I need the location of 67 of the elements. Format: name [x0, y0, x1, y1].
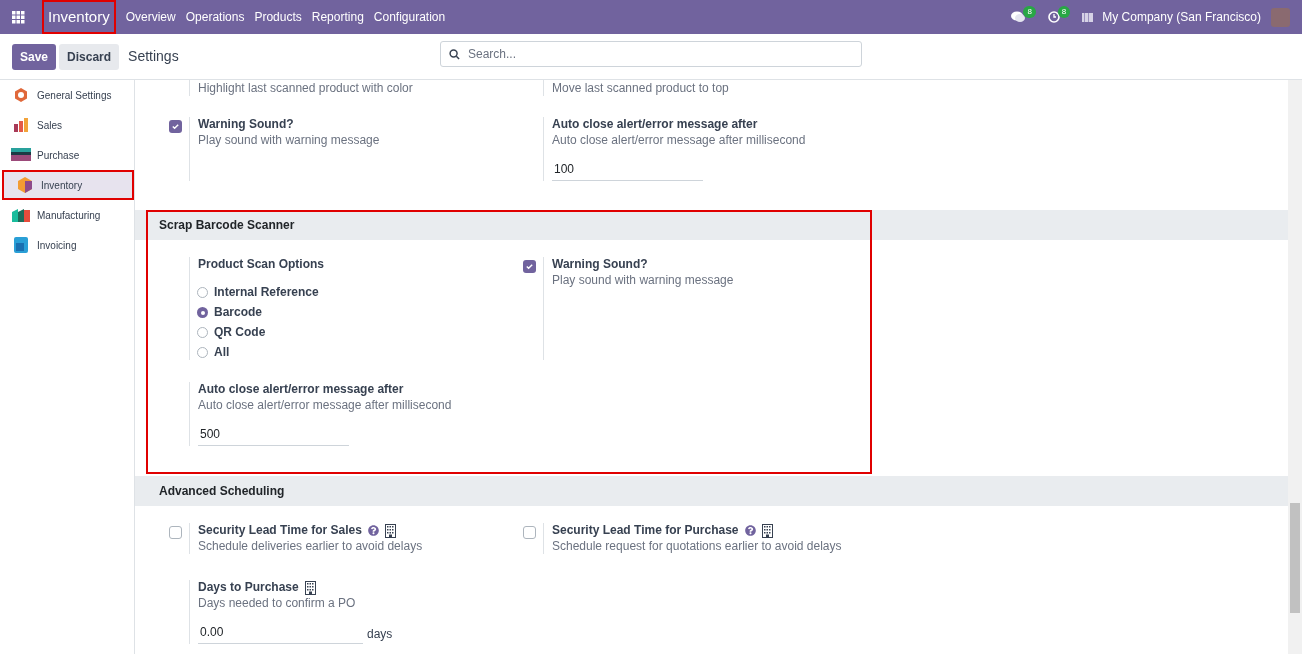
setting-title: Warning Sound? [552, 257, 648, 272]
checkmark-icon [170, 122, 180, 131]
search-input[interactable]: Search... [468, 45, 853, 63]
menu-item[interactable]: Reporting [311, 8, 364, 26]
setting-description: Move last scanned product to top [552, 81, 729, 96]
app-icon [11, 148, 31, 162]
company-switch-icon[interactable] [1082, 12, 1094, 22]
checkbox[interactable] [522, 526, 536, 539]
sidebar-item[interactable]: Invoicing [0, 230, 134, 260]
number-field[interactable]: 500 [198, 427, 349, 446]
radio-button[interactable] [197, 287, 208, 298]
radio-label: Barcode [214, 305, 263, 320]
setting-title: Product Scan Options [198, 257, 324, 272]
radio-label: QR Code [214, 325, 266, 340]
save-button[interactable]: Save [12, 43, 57, 70]
sidebar-item[interactable]: Manufacturing [0, 200, 134, 230]
menu-item[interactable]: Configuration [373, 8, 446, 26]
app-name-link[interactable]: Inventory [42, 0, 116, 34]
radio-button[interactable] [197, 307, 208, 318]
search-field[interactable]: Search... [440, 41, 862, 67]
radio-button[interactable] [197, 327, 208, 338]
checkbox[interactable] [168, 526, 182, 539]
setting-title: Auto close alert/error message after [552, 117, 758, 132]
checkbox[interactable] [168, 120, 182, 133]
setting-description: Days needed to confirm a PO [198, 596, 357, 611]
checkbox[interactable] [522, 260, 536, 273]
sidebar-item[interactable]: General Settings [0, 80, 134, 110]
menu-item[interactable]: Overview [125, 8, 176, 26]
setting-description: Schedule deliveries earlier to avoid delays [198, 539, 423, 554]
setting-title: Security Lead Time for Purchase [552, 523, 739, 538]
discard-button[interactable]: Discard [59, 43, 120, 70]
clock-icon[interactable] [1047, 11, 1060, 23]
radio-label: All [214, 345, 230, 360]
radio-button[interactable] [197, 347, 208, 358]
menu-item[interactable]: Operations [185, 8, 245, 26]
setting-description: Play sound with warning message [552, 273, 734, 288]
menu-item[interactable]: Products [254, 8, 302, 26]
message-count-badge: 8 [1023, 6, 1036, 18]
setting-description: Schedule request for quotations earlier to avoid delays [552, 539, 842, 554]
setting-title: Days to Purchase [198, 580, 299, 595]
sidebar-item[interactable]: Inventory [2, 170, 134, 200]
radio-label: Internal Reference [214, 285, 319, 300]
setting-title: Auto close alert/error message after [198, 382, 404, 397]
unit-label: days [367, 627, 393, 643]
app-icon [11, 208, 31, 222]
number-field[interactable]: 0.00 [198, 625, 363, 644]
section-header: Scrap Barcode Scanner [135, 210, 1288, 240]
setting-title: Security Lead Time for Sales [198, 523, 362, 538]
search-icon [449, 48, 460, 60]
sidebar-item[interactable]: Purchase [0, 140, 134, 170]
sidebar-item[interactable]: Sales [0, 110, 134, 140]
setting-description: Auto close alert/error message after millisecond [198, 398, 452, 413]
app-icon [11, 117, 31, 133]
setting-description: Play sound with warning message [198, 133, 380, 148]
chat-icon[interactable] [1011, 11, 1026, 23]
checkmark-icon [524, 262, 534, 271]
app-icon [15, 177, 35, 193]
app-icon [11, 237, 31, 253]
setting-description: Highlight last scanned product with color [198, 81, 413, 96]
apps-grid-icon[interactable] [12, 10, 25, 24]
setting-description: Auto close alert/error message after millisecond [552, 133, 806, 148]
section-header: Advanced Scheduling [135, 476, 1288, 506]
page-title: Settings [128, 47, 179, 66]
number-field[interactable]: 100 [552, 162, 703, 181]
company-name[interactable]: My Company (San Francisco) [1102, 8, 1261, 26]
activity-count-badge: 8 [1057, 6, 1071, 18]
setting-title: Warning Sound? [198, 117, 294, 132]
